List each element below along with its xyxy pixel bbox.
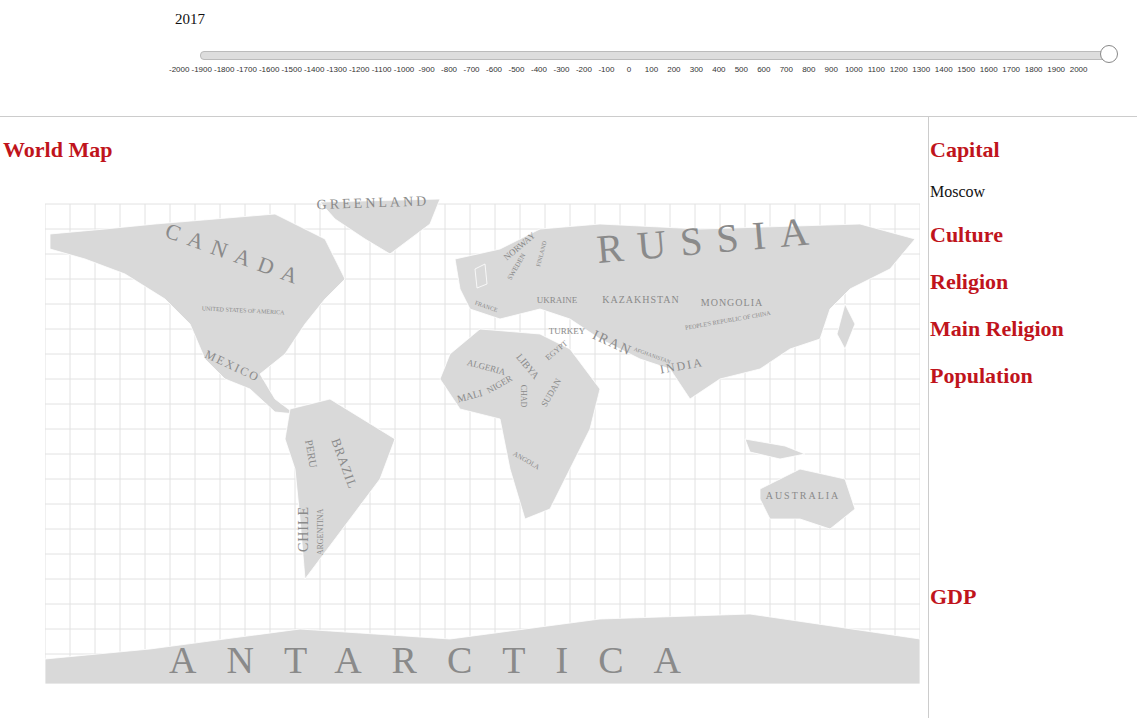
slider-tick: -600	[483, 64, 505, 76]
map-panel: World MapGREENLANDCANADARUSSIANORWAYSWED…	[0, 117, 929, 718]
slider-tick: 1600	[977, 64, 999, 76]
country-label[interactable]: MEXICO	[203, 347, 263, 385]
country-label[interactable]: FRANCE	[474, 300, 499, 314]
north-america-land[interactable]	[50, 214, 345, 414]
country-label[interactable]: INDIA	[659, 355, 705, 376]
country-label[interactable]: PEOPLE'S REPUBLIC OF CHINA	[685, 310, 772, 331]
slider-tick: -1700	[235, 64, 257, 76]
country-label[interactable]: NIGER	[485, 373, 514, 395]
country-label[interactable]: CANADA	[162, 218, 310, 292]
slider-tick: 1700	[1000, 64, 1022, 76]
slider-tick: 200	[663, 64, 685, 76]
country-label[interactable]: TURKEY	[549, 326, 586, 336]
slider-tick: -100	[595, 64, 617, 76]
country-label[interactable]: FINLAND	[535, 240, 548, 268]
slider-tick: 1800	[1022, 64, 1044, 76]
slider-ticks: -2000-1900-1800-1700-1600-1500-1400-1300…	[168, 64, 1090, 76]
slider-tick: -700	[460, 64, 482, 76]
info-value: Moscow	[930, 182, 1137, 202]
country-label[interactable]: GREENLAND	[316, 193, 429, 212]
world-map[interactable]: GREENLANDCANADARUSSIANORWAYSWEDENFINLAND…	[45, 184, 920, 684]
slider-tick: 600	[753, 64, 775, 76]
country-label[interactable]: PERU	[303, 439, 320, 469]
year-slider[interactable]	[200, 46, 1112, 64]
timeline-bar: 2017-2000-1900-1800-1700-1600-1500-1400-…	[0, 0, 1137, 117]
slider-tick: 1200	[888, 64, 910, 76]
slider-tick: -1300	[325, 64, 347, 76]
africa-land[interactable]	[440, 329, 600, 519]
slider-tick: 1400	[932, 64, 954, 76]
country-label[interactable]: AUSTRALIA	[766, 490, 841, 501]
japan-land[interactable]	[837, 304, 855, 349]
country-label[interactable]: UKRAINE	[537, 295, 578, 305]
slider-tick: -1500	[280, 64, 302, 76]
info-panel: Capital Moscow Culture Religion Main Religio…	[929, 117, 1137, 718]
slider-tick: 900	[820, 64, 842, 76]
slider-tick: -800	[438, 64, 460, 76]
slider-tick: -1400	[303, 64, 325, 76]
slider-tick: 700	[775, 64, 797, 76]
slider-tick: 1100	[865, 64, 887, 76]
slider-tick: 1300	[910, 64, 932, 76]
slider-tick: -1800	[213, 64, 235, 76]
info-heading: Capital	[930, 117, 1137, 165]
slider-tick: 1900	[1045, 64, 1067, 76]
slider-tick: -1900	[190, 64, 212, 76]
slider-tick: -400	[528, 64, 550, 76]
country-label[interactable]: ANGOLA	[511, 450, 541, 472]
page: 2017-2000-1900-1800-1700-1600-1500-1400-…	[0, 0, 1137, 718]
slider-tick: -500	[505, 64, 527, 76]
slider-tick: -1200	[348, 64, 370, 76]
slider-tick: 0	[618, 64, 640, 76]
country-label[interactable]: CHAD	[519, 385, 528, 408]
chart-area	[930, 408, 1137, 582]
slider-tick: 1500	[955, 64, 977, 76]
slider-tick: 400	[708, 64, 730, 76]
australia-land[interactable]	[760, 469, 855, 529]
slider-tick: -300	[550, 64, 572, 76]
country-label[interactable]: UNITED STATES OF AMERICA	[202, 305, 286, 315]
indonesia-land[interactable]	[745, 439, 805, 459]
country-label[interactable]: KAZAKHSTAN	[602, 294, 680, 305]
slider-tick: 300	[685, 64, 707, 76]
year-label: 2017	[175, 9, 1137, 29]
slider-tick: 800	[798, 64, 820, 76]
slider-thumb[interactable]	[1100, 45, 1118, 63]
slider-tick: 500	[730, 64, 752, 76]
slider-tick: -1000	[393, 64, 415, 76]
country-label[interactable]: ALGERIA	[466, 357, 507, 377]
south-america-land[interactable]	[285, 399, 395, 579]
info-heading: Culture	[930, 220, 1137, 250]
country-label[interactable]: MONGOLIA	[701, 297, 763, 308]
slider-tick: 1000	[843, 64, 865, 76]
country-label[interactable]: RUSSIA	[595, 207, 824, 272]
slider-tick: -1100	[370, 64, 392, 76]
slider-track[interactable]	[200, 51, 1112, 60]
gdp-heading: GDP	[930, 582, 1137, 612]
content: World MapGREENLANDCANADARUSSIANORWAYSWED…	[0, 117, 1137, 718]
slider-tick: -900	[415, 64, 437, 76]
info-heading: Population	[930, 361, 1137, 391]
country-label[interactable]: SWEDEN	[506, 252, 528, 281]
country-label[interactable]: EGYPT	[544, 339, 570, 363]
map-title: World Map	[3, 117, 928, 165]
country-label[interactable]: CHILE	[296, 506, 311, 552]
slider-tick: 2000	[1067, 64, 1089, 76]
country-label[interactable]: ANTARCTICA	[169, 639, 711, 681]
country-label[interactable]: SUDAN	[539, 376, 563, 408]
info-heading: Religion	[930, 267, 1137, 297]
country-label[interactable]: BRAZIL	[328, 436, 360, 491]
info-heading: Main Religion	[930, 314, 1137, 344]
country-label[interactable]: LIBYA	[514, 351, 542, 381]
country-label[interactable]: MALI	[456, 387, 484, 404]
country-label[interactable]: ARGENTINA	[316, 508, 325, 555]
slider-tick: -2000	[168, 64, 190, 76]
slider-tick: 100	[640, 64, 662, 76]
slider-tick: -1600	[258, 64, 280, 76]
country-label[interactable]: IRAN	[590, 327, 635, 358]
slider-tick: -200	[573, 64, 595, 76]
antarctica-land[interactable]	[45, 614, 920, 684]
uk-land[interactable]	[475, 264, 487, 288]
